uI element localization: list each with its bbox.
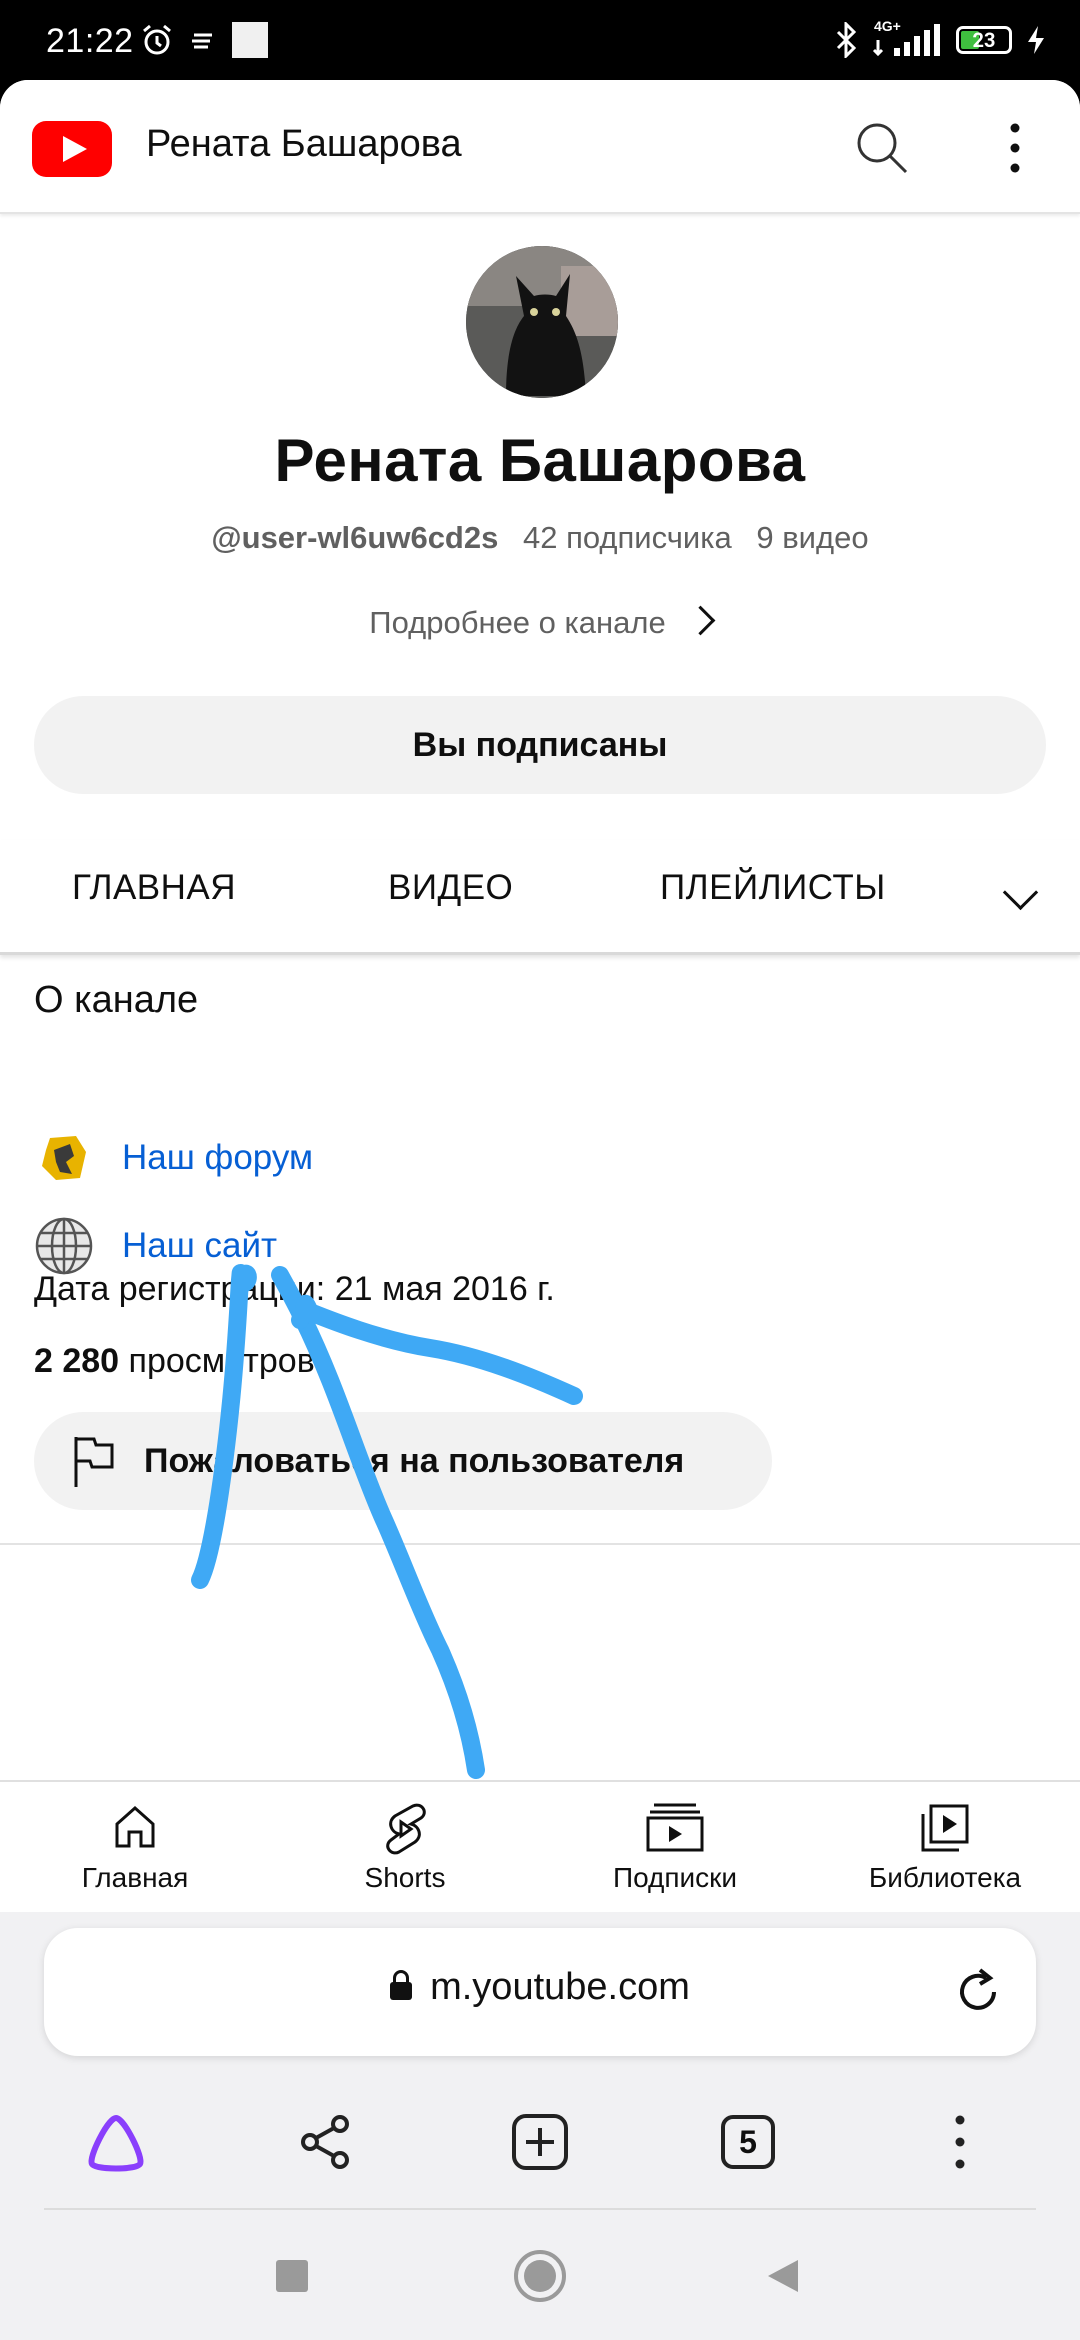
back-triangle-icon[interactable] <box>764 2256 804 2296</box>
subscriptions-icon <box>646 1803 704 1852</box>
share-icon <box>301 2115 349 2169</box>
nav-shorts[interactable]: Shorts <box>270 1782 540 1914</box>
tab-playlists[interactable]: ПЛЕЙЛИСТЫ <box>660 868 886 908</box>
alice-icon <box>88 2114 144 2172</box>
section-divider <box>0 1543 1080 1545</box>
forum-favicon-icon <box>34 1128 94 1188</box>
subscribed-button[interactable]: Вы подписаны <box>34 696 1046 794</box>
youtube-app: Рената Башарова Рената Башарова @user-wl… <box>0 80 1080 2340</box>
youtube-logo[interactable] <box>32 121 112 177</box>
report-user-button[interactable]: Пожаловаться на пользователя <box>34 1412 772 1510</box>
search-icon[interactable] <box>852 118 912 178</box>
status-bar: 21:22 4G+ 23 <box>0 0 1080 80</box>
more-about-channel-link[interactable]: Подробнее о канале <box>0 605 1080 641</box>
globe-icon <box>34 1216 94 1276</box>
system-navigation-bar <box>0 2210 1080 2340</box>
status-right-icons: 4G+ 23 <box>834 18 1046 58</box>
nav-library[interactable]: Библиотека <box>810 1782 1080 1914</box>
recents-icon[interactable] <box>276 2260 308 2292</box>
tab-count: 5 <box>721 2115 775 2169</box>
nav-home-label: Главная <box>81 1862 189 1893</box>
view-count-label: просмотров <box>119 1342 315 1380</box>
alice-assistant-button[interactable] <box>76 2102 156 2182</box>
nav-shorts-label: Shorts <box>364 1862 446 1893</box>
more-about-label: Подробнее о канале <box>369 605 666 640</box>
channel-handle: @user-wl6uw6cd2s <box>211 520 499 555</box>
nav-library-label: Библиотека <box>868 1862 1022 1893</box>
report-user-label: Пожаловаться на пользователя <box>144 1441 685 1480</box>
bluetooth-icon <box>836 22 857 58</box>
reload-icon[interactable] <box>948 1962 1008 2022</box>
video-count: 9 видео <box>756 520 869 555</box>
library-icon <box>921 1804 969 1852</box>
app-header: Рената Башарова <box>0 80 1080 214</box>
forum-link[interactable]: Наш форум <box>34 1126 313 1190</box>
flag-icon <box>74 1437 114 1487</box>
view-count-number: 2 280 <box>34 1342 120 1380</box>
header-title: Рената Башарова <box>146 123 462 165</box>
url-display: m.youtube.com <box>44 1966 1036 2009</box>
signal-icon: 4G+ <box>872 18 942 58</box>
channel-avatar[interactable] <box>466 246 618 398</box>
website-link[interactable]: Наш сайт <box>34 1214 277 1278</box>
shorts-icon <box>386 1803 426 1855</box>
status-left-icons <box>140 22 268 58</box>
registration-date: Дата регистрации: 21 мая 2016 г. <box>34 1270 555 1308</box>
cat-avatar-image <box>466 246 618 398</box>
more-vert-icon <box>955 2115 965 2169</box>
website-link-label: Наш сайт <box>122 1226 278 1265</box>
nav-home[interactable]: Главная <box>0 1782 270 1914</box>
status-time: 21:22 <box>46 22 134 60</box>
nav-subscriptions[interactable]: Подписки <box>540 1782 810 1914</box>
channel-meta: @user-wl6uw6cd2s 42 подписчика 9 видео <box>0 520 1080 556</box>
channel-tabs: ГЛАВНАЯ ВИДЕО ПЛЕЙЛИСТЫ <box>0 840 1080 955</box>
tabs-switcher-button[interactable]: 5 <box>708 2102 788 2182</box>
home-icon <box>115 1805 155 1848</box>
alarm-icon <box>143 24 171 55</box>
subscriber-count: 42 подписчика <box>522 520 732 555</box>
view-count: 2 280 просмотров <box>34 1342 315 1381</box>
home-circle-icon[interactable] <box>514 2250 566 2302</box>
chevron-right-icon <box>685 605 716 636</box>
notification-icon <box>192 33 212 49</box>
url-text: m.youtube.com <box>430 1966 690 2008</box>
channel-name: Рената Башарова <box>274 427 806 494</box>
battery-icon: 23 <box>956 26 1012 54</box>
notification-square-icon <box>232 22 268 58</box>
nav-subscriptions-label: Подписки <box>612 1862 738 1893</box>
charging-icon <box>1028 26 1044 54</box>
address-bar[interactable]: m.youtube.com <box>44 1928 1036 2056</box>
more-vert-icon[interactable] <box>1000 120 1030 176</box>
plus-square-icon <box>512 2114 568 2170</box>
tab-home[interactable]: ГЛАВНАЯ <box>72 868 236 908</box>
lock-icon <box>390 1970 413 2000</box>
bottom-navigation: Главная Shorts Подписки Библиотека <box>0 1780 1080 1914</box>
share-button[interactable] <box>286 2102 366 2182</box>
tab-videos[interactable]: ВИДЕО <box>388 868 513 908</box>
new-tab-button[interactable] <box>500 2102 580 2182</box>
chevron-down-icon[interactable] <box>1002 874 1039 911</box>
about-heading: О канале <box>34 979 199 1021</box>
browser-menu-button[interactable] <box>920 2102 1000 2182</box>
forum-link-label: Наш форум <box>122 1138 314 1177</box>
browser-toolbar: 5 <box>0 2102 1080 2222</box>
